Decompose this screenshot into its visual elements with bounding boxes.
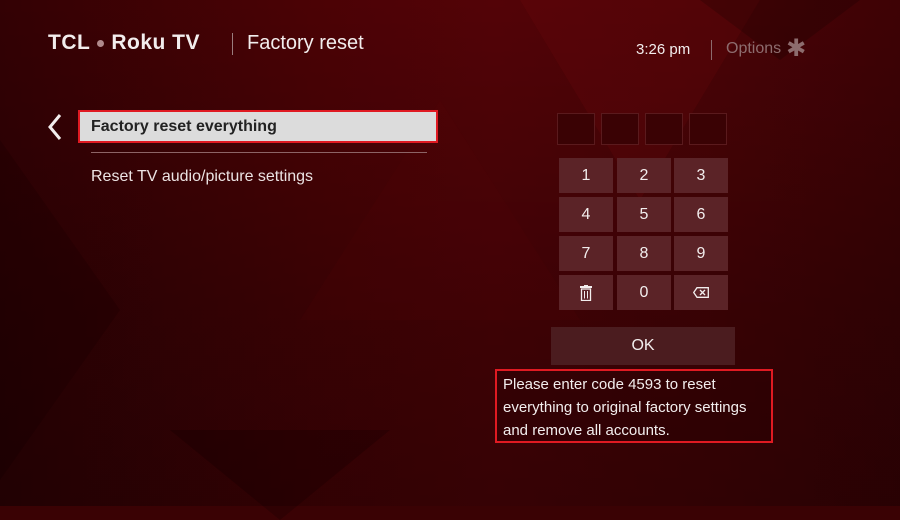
key-label: 2 (639, 166, 649, 184)
backspace-button[interactable] (674, 275, 728, 310)
key-label: 5 (639, 205, 649, 223)
key-0[interactable]: 0 (617, 275, 671, 310)
chevron-left-icon (48, 114, 62, 140)
header-divider (232, 33, 233, 55)
instruction-text: Please enter code 4593 to reset everythi… (503, 376, 747, 439)
background-shape (0, 140, 120, 480)
brand-tcl: TCL (48, 31, 91, 54)
key-4[interactable]: 4 (559, 197, 613, 232)
key-label: 7 (581, 244, 591, 262)
backspace-icon (693, 287, 709, 298)
key-7[interactable]: 7 (559, 236, 613, 271)
key-label: 1 (581, 166, 591, 184)
key-6[interactable]: 6 (674, 197, 728, 232)
menu-item-label: Reset TV audio/picture settings (91, 168, 314, 185)
brand-roku-tv: Roku TV (111, 31, 200, 54)
code-digit-slot (601, 113, 639, 145)
key-2[interactable]: 2 (617, 158, 671, 193)
code-digit-slot (645, 113, 683, 145)
clear-button[interactable] (559, 275, 613, 310)
menu-item-reset-audio-picture[interactable]: Reset TV audio/picture settings (91, 168, 313, 186)
menu-divider (91, 152, 427, 153)
back-button[interactable] (46, 113, 64, 141)
header: TCL Roku TV Factory reset 3:26 pm Option… (0, 0, 900, 90)
page-title: Factory reset (247, 32, 364, 54)
background-shape (170, 430, 390, 520)
menu-item-label: Factory reset everything (91, 117, 277, 135)
key-5[interactable]: 5 (617, 197, 671, 232)
key-label: 8 (639, 244, 649, 262)
menu-item-factory-reset-everything[interactable]: Factory reset everything (78, 110, 438, 143)
brand-logo: TCL Roku TV (48, 31, 200, 55)
ok-label: OK (631, 337, 655, 354)
key-9[interactable]: 9 (674, 236, 728, 271)
key-3[interactable]: 3 (674, 158, 728, 193)
code-digit-slot (689, 113, 727, 145)
clock: 3:26 pm (636, 41, 691, 58)
instruction-message: Please enter code 4593 to reset everythi… (495, 369, 773, 443)
code-digit-slot (557, 113, 595, 145)
options-button[interactable]: Options ✱ (726, 35, 807, 62)
options-label: Options (726, 40, 782, 57)
key-label: 9 (696, 244, 706, 262)
key-8[interactable]: 8 (617, 236, 671, 271)
key-label: 4 (581, 205, 591, 223)
brand-dot (97, 39, 105, 47)
asterisk-icon: ✱ (786, 35, 807, 62)
key-label: 0 (639, 283, 649, 301)
ok-button[interactable]: OK (551, 327, 735, 365)
key-1[interactable]: 1 (559, 158, 613, 193)
trash-icon (580, 284, 592, 301)
header-divider (711, 40, 712, 60)
key-label: 3 (696, 166, 706, 184)
key-label: 6 (696, 205, 706, 223)
